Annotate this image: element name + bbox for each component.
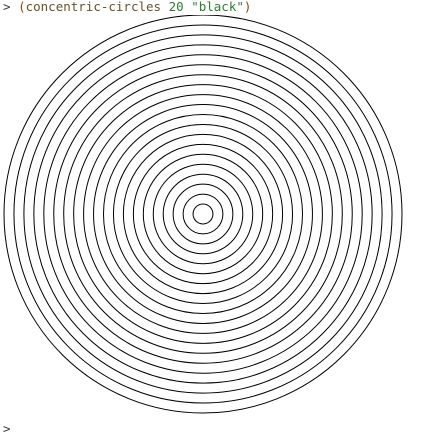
circle-3 bbox=[172, 183, 234, 245]
color-argument: "black" bbox=[191, 0, 244, 14]
close-paren: ) bbox=[243, 0, 252, 14]
circle-18 bbox=[23, 34, 383, 394]
circle-16 bbox=[43, 54, 363, 374]
circle-5 bbox=[152, 163, 254, 265]
prompt-symbol: > bbox=[3, 0, 11, 14]
circle-2 bbox=[182, 193, 224, 235]
repl-input-area[interactable] bbox=[18, 419, 318, 433]
circle-14 bbox=[63, 74, 343, 354]
circle-13 bbox=[73, 84, 333, 344]
circle-19 bbox=[13, 24, 393, 404]
circle-12 bbox=[83, 94, 323, 334]
circle-1 bbox=[192, 203, 214, 225]
circle-17 bbox=[33, 44, 373, 384]
circle-8 bbox=[122, 133, 284, 295]
input-line[interactable]: > bbox=[3, 419, 318, 436]
next-prompt-symbol: > bbox=[3, 421, 11, 436]
circle-11 bbox=[93, 104, 313, 324]
command-line: > (concentric-circles 20 "black") bbox=[3, 0, 251, 14]
function-name: concentric-circles bbox=[25, 0, 162, 14]
open-paren: ( bbox=[18, 0, 26, 14]
circle-7 bbox=[132, 143, 274, 285]
circle-15 bbox=[53, 64, 353, 364]
circle-4 bbox=[162, 173, 244, 255]
repl-window: > (concentric-circles 20 "black") > bbox=[0, 0, 439, 441]
concentric-circles-output bbox=[3, 15, 403, 414]
circle-6 bbox=[142, 153, 264, 275]
count-argument: 20 bbox=[168, 0, 184, 14]
circle-9 bbox=[112, 123, 294, 305]
